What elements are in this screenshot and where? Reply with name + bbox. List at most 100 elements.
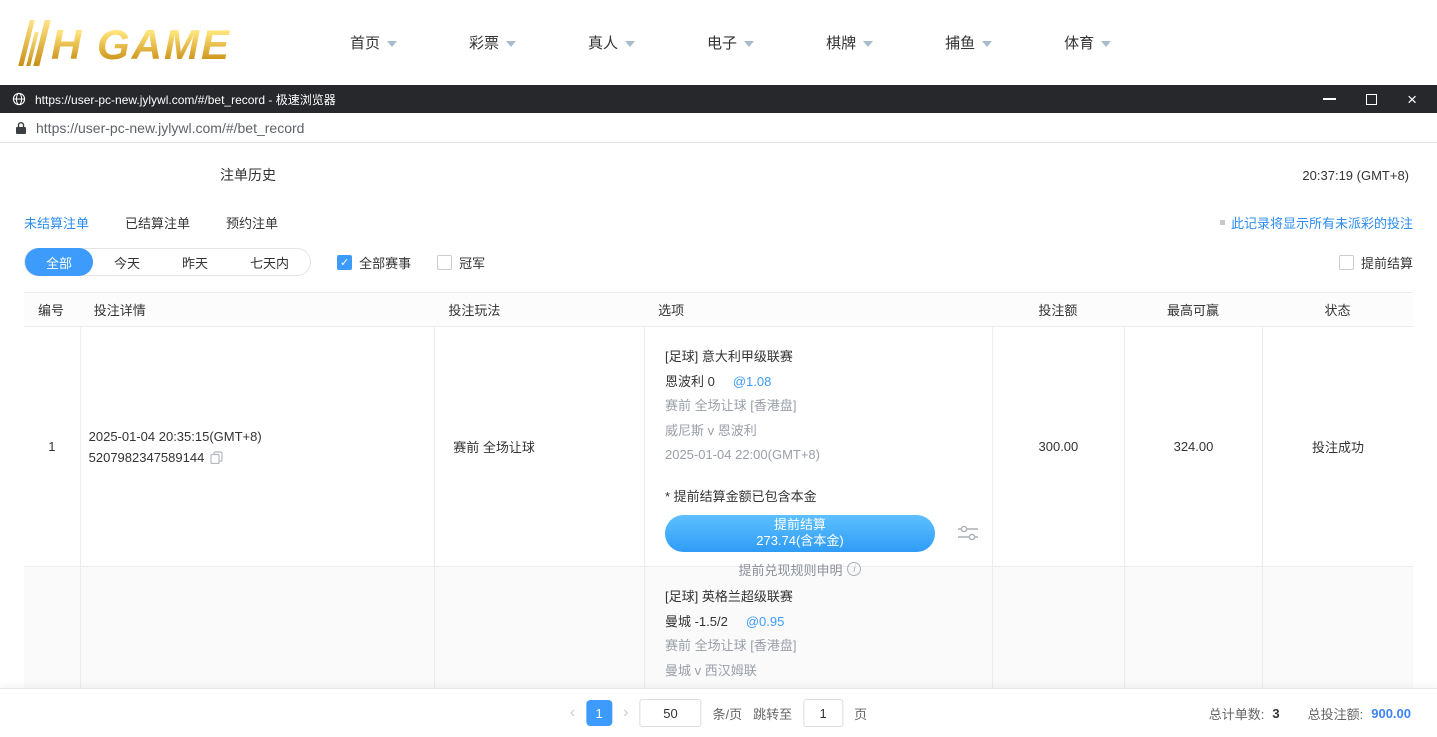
jump-page-input[interactable] [803,699,843,727]
checkbox-empty-icon [1339,255,1354,270]
odds: @1.08 [733,374,772,390]
game-header: H GAME 首页 彩票 真人 电子 棋牌 捕鱼 体育 [0,0,1437,85]
close-button[interactable]: × [1407,91,1417,108]
nav-label: 真人 [588,32,618,53]
cell-no [24,567,80,688]
total-count-label: 总计单数: [1209,704,1265,723]
header-option: 选项 [644,300,992,319]
table-row: [足球] 英格兰超级联赛 曼城 -1.5/2 @0.95 赛前 全场让球 [香港… [24,567,1413,688]
browser-titlebar: https://user-pc-new.jylywl.com/#/bet_rec… [0,85,1437,113]
cell-detail: 2025-01-04 20:35:15(GMT+8) 5207982347589… [80,327,435,566]
cell-status: 投注成功 [1262,327,1413,566]
bet-id: 5207982347589144 [89,450,205,465]
cell-status [1262,567,1413,688]
nav-item-fishing[interactable]: 捕鱼 [945,32,992,53]
chevron-down-icon [1101,41,1111,47]
tab-unsettled[interactable]: 未结算注单 [24,213,89,232]
date-filter-group: 全部 今天 昨天 七天内 [24,248,311,276]
filter-today[interactable]: 今天 [93,248,161,276]
checkbox-all-events[interactable]: ✓ 全部赛事 [337,253,411,272]
header-amount: 投注额 [992,300,1124,319]
page-size-input[interactable] [640,699,702,727]
filter-yesterday[interactable]: 昨天 [161,248,229,276]
table-header: 编号 投注详情 投注玩法 选项 投注额 最高可赢 状态 [24,293,1413,327]
checkbox-empty-icon [437,255,452,270]
nav-item-cards[interactable]: 棋牌 [826,32,873,53]
cashout-button[interactable]: 提前结算 273.74(含本金) [665,515,935,552]
chevron-down-icon [506,41,516,47]
nav-label: 电子 [707,32,737,53]
notice: 此记录将显示所有未派彩的投注 [1220,213,1413,232]
bullet-icon [1220,220,1225,225]
match: 威尼斯 v 恩波利 [665,423,982,439]
logo-text: H GAME [51,24,231,66]
nav-item-slots[interactable]: 电子 [707,32,754,53]
nav-item-sports[interactable]: 体育 [1064,32,1111,53]
cell-detail [80,567,435,688]
page-head: 注单历史 20:37:19 (GMT+8) [0,143,1437,185]
header-play: 投注玩法 [434,300,644,319]
lock-icon [15,121,27,135]
nav-item-home[interactable]: 首页 [350,32,397,53]
cell-maxwin [1124,567,1262,688]
market: 赛前 全场让球 [香港盘] [665,398,982,414]
pagination-totals: 总计单数: 3 总投注额: 900.00 [1209,704,1437,723]
notice-text: 此记录将显示所有未派彩的投注 [1231,213,1413,232]
league: [足球] 英格兰超级联赛 [665,589,982,605]
cell-amount [992,567,1124,688]
prev-page-icon[interactable]: ‹ [570,704,575,722]
bet-time: 2025-01-04 20:35:15(GMT+8) [89,429,435,444]
copy-icon[interactable] [210,451,223,464]
logo[interactable]: H GAME [24,20,314,66]
filter-7days[interactable]: 七天内 [229,248,310,276]
tab-reserved[interactable]: 预约注单 [226,213,278,232]
checkbox-checked-icon: ✓ [337,255,352,270]
total-count-value: 3 [1272,706,1279,721]
pagination-controls: ‹ 1 › 条/页 跳转至 页 [570,699,867,727]
globe-icon [12,92,26,106]
nav-label: 彩票 [469,32,499,53]
cashout-amount: 273.74(含本金) [756,533,843,550]
market: 赛前 全场让球 [香港盘] [665,638,982,654]
chevron-down-icon [863,41,873,47]
chevron-down-icon [625,41,635,47]
header-detail: 投注详情 [80,300,435,319]
nav-item-live[interactable]: 真人 [588,32,635,53]
checkbox-early-settlement[interactable]: 提前结算 [1339,253,1413,272]
browser-tab-title: https://user-pc-new.jylywl.com/#/bet_rec… [35,91,336,108]
slider-settings-icon[interactable] [957,523,979,543]
total-amount-label: 总投注额: [1308,704,1364,723]
total-amount-value: 900.00 [1371,706,1411,721]
page-number-button[interactable]: 1 [586,700,612,726]
selection: 曼城 -1.5/2 [665,614,728,630]
odds: @0.95 [746,614,785,630]
page-title: 注单历史 [220,165,276,185]
table-row: 1 2025-01-04 20:35:15(GMT+8) 52079823475… [24,327,1413,567]
nav-label: 首页 [350,32,380,53]
screen: H GAME 首页 彩票 真人 电子 棋牌 捕鱼 体育 https://user… [0,0,1437,737]
minimize-button[interactable] [1323,98,1336,100]
page-unit-label: 页 [854,704,867,723]
url-bar[interactable]: https://user-pc-new.jylywl.com/#/bet_rec… [0,113,1437,143]
nav-label: 捕鱼 [945,32,975,53]
cell-option: [足球] 意大利甲级联赛 恩波利 0 @1.08 赛前 全场让球 [香港盘] 威… [644,327,992,566]
main-nav: 首页 彩票 真人 电子 棋牌 捕鱼 体育 [350,32,1111,53]
current-time: 20:37:19 (GMT+8) [1302,168,1409,183]
tab-settled[interactable]: 已结算注单 [125,213,190,232]
header-maxwin: 最高可赢 [1124,300,1262,319]
cell-no: 1 [24,327,80,566]
cell-amount: 300.00 [992,327,1124,566]
cell-play: 赛前 全场让球 [434,327,644,566]
maximize-button[interactable] [1366,94,1377,105]
nav-label: 体育 [1064,32,1094,53]
next-page-icon[interactable]: › [623,704,628,722]
bet-record-table: 编号 投注详情 投注玩法 选项 投注额 最高可赢 状态 1 2025-01-04… [24,292,1413,688]
checkbox-champion[interactable]: 冠军 [437,253,485,272]
cell-play [434,567,644,688]
chevron-down-icon [387,41,397,47]
match-time: 2025-01-04 22:00(GMT+8) [665,447,982,463]
filter-all[interactable]: 全部 [25,248,93,276]
nav-item-lottery[interactable]: 彩票 [469,32,516,53]
per-page-label: 条/页 [713,704,743,723]
early-settle-note: * 提前结算金额已包含本金 [665,486,982,505]
